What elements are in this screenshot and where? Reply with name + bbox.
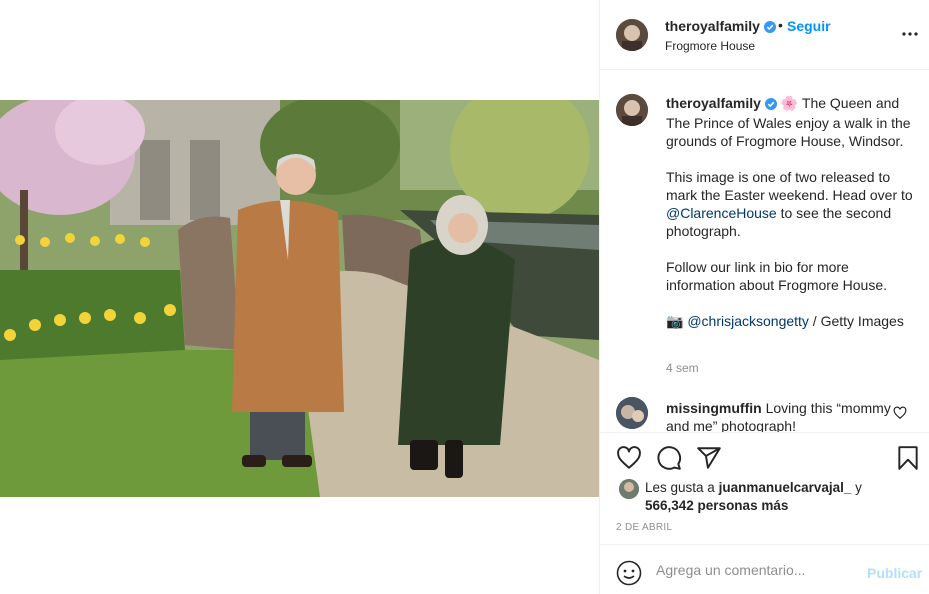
likes-prefix: Les gusta a	[645, 480, 715, 495]
follow-button[interactable]: Seguir	[787, 18, 831, 34]
photo-credit-text: / Getty Images	[808, 313, 904, 329]
caption-username[interactable]: theroyalfamily	[666, 95, 761, 111]
more-options-icon[interactable]	[901, 26, 919, 42]
likes-conj: y	[855, 480, 862, 495]
camera-emoji: 📷	[666, 313, 684, 329]
comment-item: missingmuffin Loving this “mommy and me”…	[666, 399, 906, 432]
header-separator: •	[778, 17, 783, 33]
author-avatar[interactable]	[616, 19, 648, 51]
liker-username[interactable]: juanmanuelcarvajal_	[719, 480, 852, 495]
post-photo[interactable]	[0, 100, 599, 497]
avatar-image	[616, 94, 648, 126]
caption-text-2: This image is one of two released to mar…	[666, 169, 913, 203]
bookmark-icon[interactable]	[895, 445, 921, 471]
post-media-area	[0, 0, 599, 594]
caption-author-avatar[interactable]	[616, 94, 648, 126]
verified-badge-icon	[763, 20, 776, 36]
post-caption: theroyalfamily 🌸 The Queen and The Princ…	[666, 94, 916, 348]
photographer-mention-link[interactable]: @chrisjacksongetty	[687, 313, 809, 329]
likes-count[interactable]: 566,342 personas más	[645, 498, 788, 513]
clarencehouse-mention-link[interactable]: @ClarenceHouse	[666, 205, 777, 221]
post-actions: Les gusta a juanmanuelcarvajal_ y 566,34…	[600, 432, 929, 544]
publish-button[interactable]: Publicar	[867, 565, 922, 581]
commenter-avatar[interactable]	[616, 397, 648, 429]
avatar-image	[619, 479, 639, 499]
author-username[interactable]: theroyalfamily	[665, 18, 776, 36]
caption-age: 4 sem	[666, 361, 699, 375]
verified-badge-icon	[764, 96, 777, 114]
blossom-emoji: 🌸	[780, 95, 799, 111]
add-comment-bar: Publicar	[600, 544, 929, 594]
comments-section[interactable]: theroyalfamily 🌸 The Queen and The Princ…	[600, 71, 929, 432]
caption-text-3: Follow our link in bio for more informat…	[666, 259, 887, 293]
comment-input[interactable]	[656, 559, 856, 581]
likes-summary: Les gusta a juanmanuelcarvajal_ y 566,34…	[645, 479, 862, 515]
author-username-text[interactable]: theroyalfamily	[665, 18, 760, 34]
avatar-image	[616, 397, 648, 429]
comment-like-heart-icon[interactable]	[893, 406, 907, 420]
avatar-image	[616, 19, 648, 51]
post-side-panel: theroyalfamily • Seguir Frogmore House t…	[599, 0, 929, 594]
post-date[interactable]: 2 DE ABRIL	[616, 522, 672, 533]
heart-icon[interactable]	[616, 445, 642, 471]
share-icon[interactable]	[696, 445, 722, 471]
commenter-username[interactable]: missingmuffin	[666, 400, 762, 416]
post-location[interactable]: Frogmore House	[665, 39, 755, 53]
photo-illustration	[0, 100, 599, 497]
post-header: theroyalfamily • Seguir Frogmore House	[600, 0, 929, 70]
liker-avatar[interactable]	[619, 479, 639, 499]
emoji-picker-icon[interactable]	[616, 560, 642, 586]
comment-icon[interactable]	[656, 445, 682, 471]
